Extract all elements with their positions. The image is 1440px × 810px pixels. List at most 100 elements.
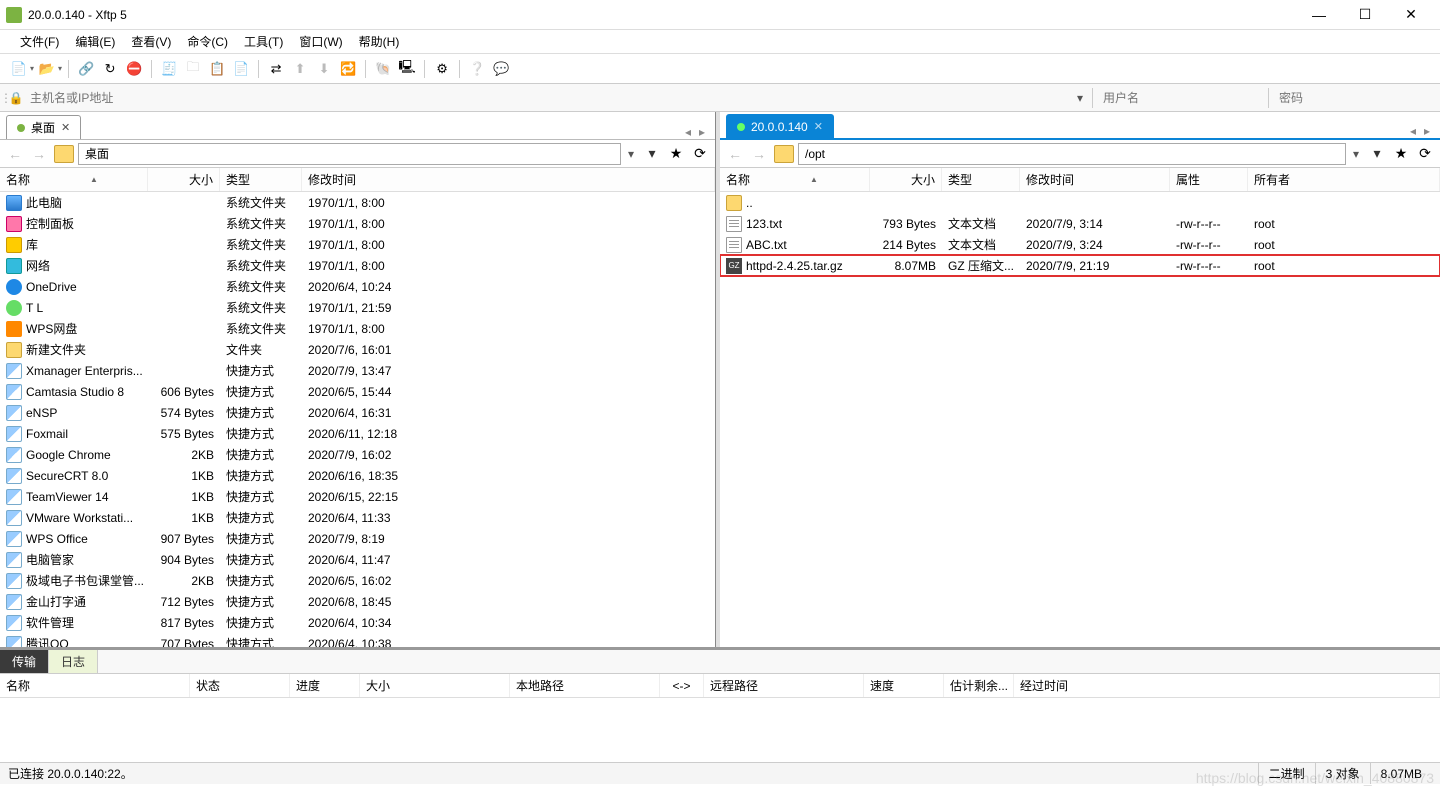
- new-folder-icon[interactable]: 🗀: [182, 58, 204, 80]
- file-row[interactable]: OneDrive系统文件夹2020/6/4, 10:24: [0, 276, 715, 297]
- menu-window[interactable]: 窗口(W): [291, 31, 350, 52]
- file-row[interactable]: 网络系统文件夹1970/1/1, 8:00: [0, 255, 715, 276]
- tab-prev-icon[interactable]: ◂: [681, 125, 695, 139]
- file-row[interactable]: VMware Workstati...1KB快捷方式2020/6/4, 11:3…: [0, 507, 715, 528]
- folder-icon[interactable]: [774, 145, 794, 163]
- properties-icon[interactable]: 🧾: [158, 58, 180, 80]
- refresh-icon[interactable]: ⟳: [689, 143, 711, 165]
- menu-command[interactable]: 命令(C): [179, 31, 236, 52]
- remote-tab[interactable]: 20.0.0.140 ✕: [726, 114, 834, 138]
- local-tab-desktop[interactable]: 桌面 ✕: [6, 115, 81, 139]
- paste-icon[interactable]: 📄: [230, 58, 252, 80]
- remote-file-list[interactable]: ..123.txt793 Bytes文本文档2020/7/9, 3:14-rw-…: [720, 192, 1440, 647]
- local-file-list[interactable]: 此电脑系统文件夹1970/1/1, 8:00控制面板系统文件夹1970/1/1,…: [0, 192, 715, 647]
- password-input[interactable]: [1273, 88, 1440, 108]
- bookmark-icon[interactable]: ★: [1390, 143, 1412, 165]
- host-dropdown-icon[interactable]: ▾: [1072, 91, 1088, 105]
- path-dropdown-icon[interactable]: ▾: [1348, 147, 1364, 161]
- tcol-size[interactable]: 大小: [360, 674, 510, 697]
- file-row[interactable]: Xmanager Enterpris...快捷方式2020/7/9, 13:47: [0, 360, 715, 381]
- tcol-local[interactable]: 本地路径: [510, 674, 660, 697]
- file-row[interactable]: Foxmail575 Bytes快捷方式2020/6/11, 12:18: [0, 423, 715, 444]
- file-row[interactable]: GZhttpd-2.4.25.tar.gz8.07MBGZ 压缩文...2020…: [720, 255, 1440, 276]
- folder-icon[interactable]: [54, 145, 74, 163]
- col-date[interactable]: 修改时间: [302, 168, 715, 191]
- transfer-list[interactable]: [0, 698, 1440, 762]
- close-button[interactable]: ✕: [1388, 0, 1434, 30]
- terminal-icon[interactable]: 🖳: [396, 58, 418, 80]
- menu-file[interactable]: 文件(F): [12, 31, 67, 52]
- tcol-elapsed[interactable]: 经过时间: [1014, 674, 1440, 697]
- file-row[interactable]: 库系统文件夹1970/1/1, 8:00: [0, 234, 715, 255]
- sync-icon[interactable]: 🔁: [337, 58, 359, 80]
- help-icon[interactable]: ❔: [466, 58, 488, 80]
- menu-edit[interactable]: 编辑(E): [67, 31, 123, 52]
- col-name[interactable]: 名称: [720, 168, 870, 191]
- close-tab-icon[interactable]: ✕: [61, 121, 70, 134]
- tcol-speed[interactable]: 速度: [864, 674, 944, 697]
- file-row[interactable]: WPS网盘系统文件夹1970/1/1, 8:00: [0, 318, 715, 339]
- file-row[interactable]: 软件管理817 Bytes快捷方式2020/6/4, 10:34: [0, 612, 715, 633]
- xshell-icon[interactable]: 🐚: [372, 58, 394, 80]
- file-row[interactable]: Google Chrome2KB快捷方式2020/7/9, 16:02: [0, 444, 715, 465]
- reconnect-icon[interactable]: ↻: [99, 58, 121, 80]
- close-tab-icon[interactable]: ✕: [814, 120, 823, 133]
- download-icon[interactable]: ⬇: [313, 58, 335, 80]
- tab-next-icon[interactable]: ▸: [695, 125, 709, 139]
- tab-log[interactable]: 日志: [49, 650, 98, 673]
- up-icon[interactable]: ▾: [1366, 143, 1388, 165]
- upload-icon[interactable]: ⬆: [289, 58, 311, 80]
- about-icon[interactable]: 💬: [490, 58, 512, 80]
- col-type[interactable]: 类型: [942, 168, 1020, 191]
- col-owner[interactable]: 所有者: [1248, 168, 1440, 191]
- file-row[interactable]: ..: [720, 192, 1440, 213]
- tcol-remote[interactable]: 远程路径: [704, 674, 864, 697]
- menu-help[interactable]: 帮助(H): [351, 31, 408, 52]
- copy-icon[interactable]: 📋: [206, 58, 228, 80]
- local-path-input[interactable]: 桌面: [78, 143, 621, 165]
- file-row[interactable]: Camtasia Studio 8606 Bytes快捷方式2020/6/5, …: [0, 381, 715, 402]
- forward-icon[interactable]: →: [748, 143, 770, 165]
- forward-icon[interactable]: →: [28, 143, 50, 165]
- file-row[interactable]: 此电脑系统文件夹1970/1/1, 8:00: [0, 192, 715, 213]
- file-row[interactable]: ABC.txt214 Bytes文本文档2020/7/9, 3:24-rw-r-…: [720, 234, 1440, 255]
- menu-tools[interactable]: 工具(T): [236, 31, 291, 52]
- col-size[interactable]: 大小: [148, 168, 220, 191]
- tab-transfers[interactable]: 传输: [0, 650, 49, 673]
- open-icon[interactable]: 📂: [36, 58, 58, 80]
- minimize-button[interactable]: —: [1296, 0, 1342, 30]
- file-row[interactable]: 极域电子书包课堂管...2KB快捷方式2020/6/5, 16:02: [0, 570, 715, 591]
- tab-next-icon[interactable]: ▸: [1420, 124, 1434, 138]
- connect-icon[interactable]: 🔗: [75, 58, 97, 80]
- back-icon[interactable]: ←: [4, 143, 26, 165]
- username-input[interactable]: [1097, 88, 1264, 108]
- file-row[interactable]: 新建文件夹文件夹2020/7/6, 16:01: [0, 339, 715, 360]
- file-row[interactable]: 控制面板系统文件夹1970/1/1, 8:00: [0, 213, 715, 234]
- file-row[interactable]: 电脑管家904 Bytes快捷方式2020/6/4, 11:47: [0, 549, 715, 570]
- tcol-status[interactable]: 状态: [190, 674, 290, 697]
- refresh-icon[interactable]: ⟳: [1414, 143, 1436, 165]
- remote-path-input[interactable]: /opt: [798, 143, 1346, 165]
- host-input[interactable]: [24, 88, 1072, 108]
- transfer-icon[interactable]: ⇄: [265, 58, 287, 80]
- file-row[interactable]: 金山打字通712 Bytes快捷方式2020/6/8, 18:45: [0, 591, 715, 612]
- tcol-eta[interactable]: 估计剩余...: [944, 674, 1014, 697]
- menu-view[interactable]: 查看(V): [123, 31, 179, 52]
- file-row[interactable]: T L系统文件夹1970/1/1, 21:59: [0, 297, 715, 318]
- up-icon[interactable]: ▾: [641, 143, 663, 165]
- bookmark-icon[interactable]: ★: [665, 143, 687, 165]
- tcol-progress[interactable]: 进度: [290, 674, 360, 697]
- file-row[interactable]: 腾讯QQ707 Bytes快捷方式2020/6/4, 10:38: [0, 633, 715, 647]
- col-size[interactable]: 大小: [870, 168, 942, 191]
- new-session-icon[interactable]: 📄: [8, 58, 30, 80]
- path-dropdown-icon[interactable]: ▾: [623, 147, 639, 161]
- tab-prev-icon[interactable]: ◂: [1406, 124, 1420, 138]
- col-name[interactable]: 名称: [0, 168, 148, 191]
- col-date[interactable]: 修改时间: [1020, 168, 1170, 191]
- file-row[interactable]: SecureCRT 8.01KB快捷方式2020/6/16, 18:35: [0, 465, 715, 486]
- disconnect-icon[interactable]: ⛔: [123, 58, 145, 80]
- file-row[interactable]: 123.txt793 Bytes文本文档2020/7/9, 3:14-rw-r-…: [720, 213, 1440, 234]
- maximize-button[interactable]: ☐: [1342, 0, 1388, 30]
- file-row[interactable]: TeamViewer 141KB快捷方式2020/6/15, 22:15: [0, 486, 715, 507]
- tcol-name[interactable]: 名称: [0, 674, 190, 697]
